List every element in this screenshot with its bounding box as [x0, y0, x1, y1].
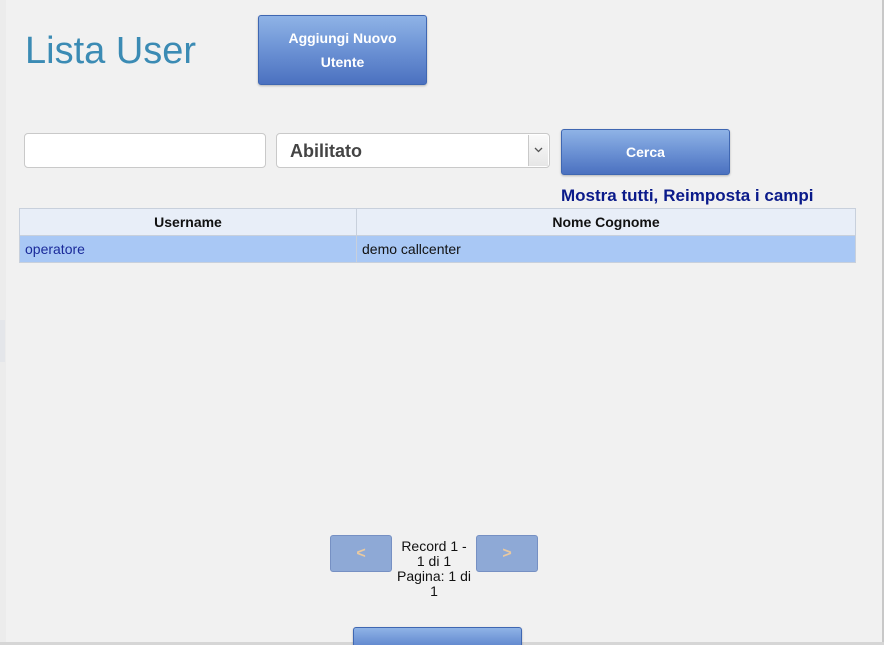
cell-full-name: demo callcenter: [356, 235, 856, 263]
column-header-full-name[interactable]: Nome Cognome: [356, 208, 856, 236]
user-list-page: Lista User Aggiungi Nuovo Utente Abilita…: [0, 0, 884, 645]
username-link[interactable]: operatore: [25, 241, 85, 257]
user-table: Username Nome Cognome operatore demo cal…: [19, 208, 856, 263]
add-new-user-label-line1: Aggiungi Nuovo: [288, 30, 397, 46]
table-row[interactable]: operatore demo callcenter: [19, 235, 856, 263]
bottom-action-button[interactable]: [353, 627, 522, 645]
show-all-link[interactable]: Mostra tutti,: [561, 186, 658, 205]
table-header-row: Username Nome Cognome: [19, 208, 856, 236]
reset-fields-link[interactable]: Reimposta i campi: [663, 186, 813, 205]
add-new-user-label-line2: Utente: [320, 54, 365, 70]
next-page-button[interactable]: >: [476, 535, 538, 572]
pagination-info: Record 1 - 1 di 1 Pagina: 1 di 1: [394, 539, 474, 599]
filter-links: Mostra tutti, Reimposta i campi: [561, 186, 814, 206]
add-new-user-button[interactable]: Aggiungi Nuovo Utente: [258, 15, 427, 85]
page-indicator-line1: Pagina: 1 di: [397, 568, 471, 584]
record-range-line1: Record 1 -: [401, 538, 467, 554]
status-select[interactable]: Abilitato: [276, 133, 550, 168]
search-input[interactable]: [24, 133, 266, 168]
status-select-value: Abilitato: [290, 141, 362, 161]
cell-username: operatore: [19, 235, 357, 263]
chevron-down-icon[interactable]: [528, 135, 548, 166]
record-range-line2: 1 di 1: [416, 553, 452, 569]
page-title: Lista User: [25, 30, 197, 72]
left-panel-fragment: [0, 320, 5, 362]
previous-page-button[interactable]: <: [330, 535, 392, 572]
search-button[interactable]: Cerca: [561, 129, 730, 175]
column-header-username[interactable]: Username: [19, 208, 357, 236]
page-indicator-line2: 1: [430, 583, 438, 599]
